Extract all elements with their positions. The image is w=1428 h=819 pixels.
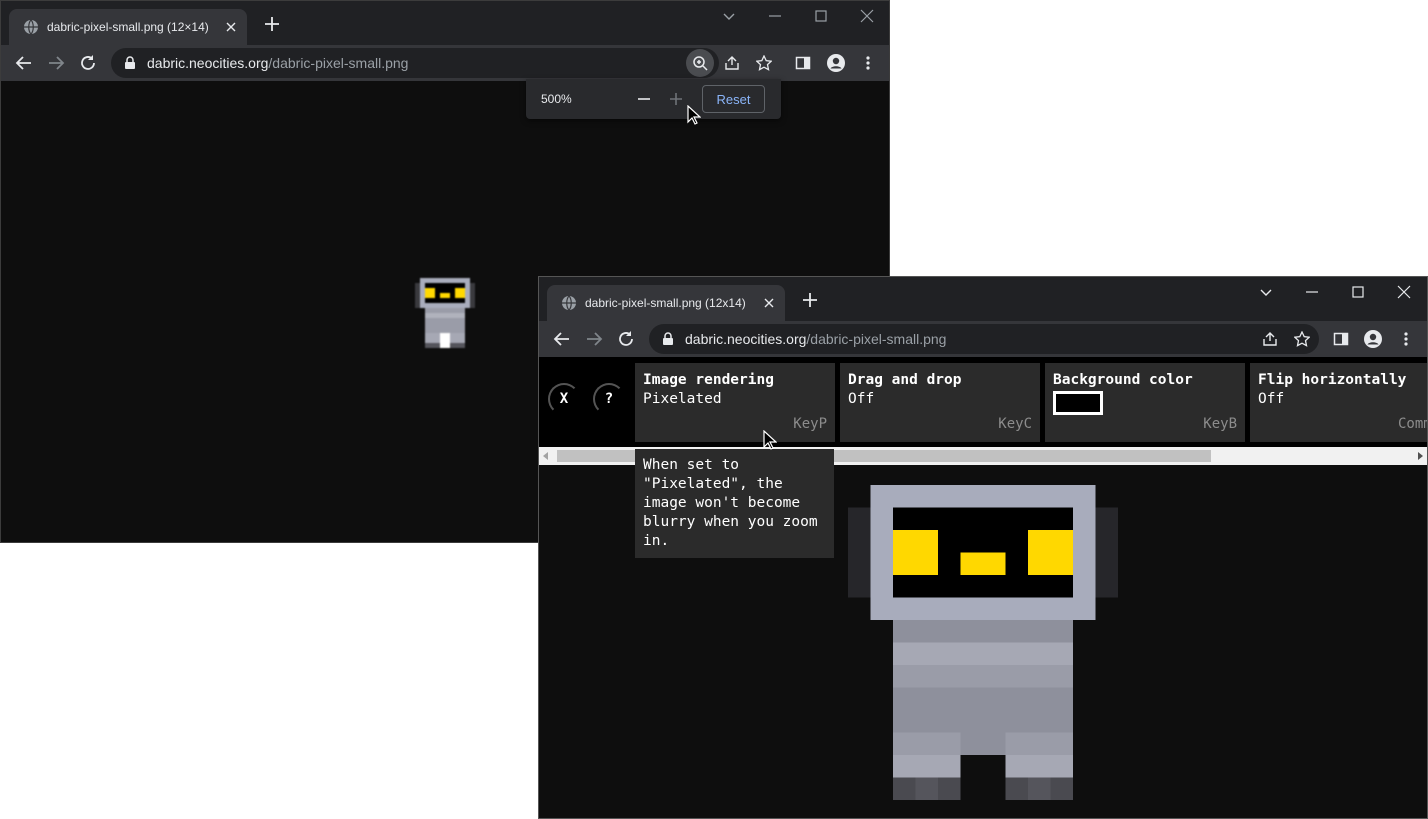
toolbar: dabric.neocities.org/dabric-pixel-small.… xyxy=(539,321,1427,357)
tab-active[interactable]: dabric-pixel-small.png (12x14) xyxy=(547,285,785,321)
browser-window-front: dabric-pixel-small.png (12x14) dabric.ne… xyxy=(538,276,1428,819)
forward-arrow-icon[interactable] xyxy=(46,53,66,73)
globe-icon xyxy=(24,19,38,35)
setting-value: Off xyxy=(1258,391,1285,407)
zoom-icon[interactable] xyxy=(686,49,714,77)
url-path: /dabric-pixel-small.png xyxy=(806,331,947,347)
share-icon[interactable] xyxy=(1260,329,1280,349)
reload-icon[interactable] xyxy=(78,53,98,73)
address-bar[interactable]: dabric.neocities.org/dabric-pixel-small.… xyxy=(111,48,719,78)
new-tab-icon[interactable] xyxy=(801,291,819,309)
setting-card-flip-horizontally[interactable]: Flip horizontally Off Comma xyxy=(1250,363,1427,442)
back-arrow-icon[interactable] xyxy=(14,53,34,73)
tab-close-icon[interactable] xyxy=(221,17,241,37)
tab-strip: dabric-pixel-small.png (12×14) xyxy=(1,1,889,45)
tab-close-icon[interactable] xyxy=(759,293,779,313)
back-arrow-icon[interactable] xyxy=(552,329,572,349)
color-swatch xyxy=(1053,391,1103,415)
globe-icon xyxy=(562,295,576,311)
side-panel-icon[interactable] xyxy=(793,53,813,73)
zoom-popup: 500% Reset xyxy=(526,79,781,119)
help-button[interactable]: ? xyxy=(593,383,625,415)
close-settings-button[interactable]: X xyxy=(548,383,580,415)
side-panel-icon[interactable] xyxy=(1331,329,1351,349)
robot-image-large xyxy=(848,485,1118,800)
tab-title: dabric-pixel-small.png (12×14) xyxy=(47,20,209,34)
minimize-icon[interactable] xyxy=(1303,283,1321,301)
tab-active[interactable]: dabric-pixel-small.png (12×14) xyxy=(9,9,247,45)
forward-arrow-icon[interactable] xyxy=(584,329,604,349)
menu-kebab-icon[interactable] xyxy=(1396,329,1416,349)
setting-card-image-rendering[interactable]: Image rendering Pixelated KeyP xyxy=(635,363,835,442)
tab-title: dabric-pixel-small.png (12x14) xyxy=(585,296,746,310)
close-window-icon[interactable] xyxy=(1395,283,1413,301)
profile-avatar-icon[interactable] xyxy=(1363,329,1383,349)
setting-key: KeyB xyxy=(1203,416,1237,432)
profile-avatar-icon[interactable] xyxy=(826,53,846,73)
url-host: dabric.neocities.org xyxy=(685,331,807,347)
bookmark-star-icon[interactable] xyxy=(1292,329,1312,349)
zoom-in-icon[interactable] xyxy=(668,91,684,107)
setting-key: Comma xyxy=(1398,416,1427,432)
robot-image-small xyxy=(415,278,475,348)
setting-label: Background color xyxy=(1053,372,1193,388)
tab-search-icon[interactable] xyxy=(1257,283,1275,301)
bookmark-star-icon[interactable] xyxy=(754,53,774,73)
settings-bar: X ? Image rendering Pixelated KeyP Drag … xyxy=(539,357,1427,447)
tab-search-icon[interactable] xyxy=(720,7,738,25)
tab-strip: dabric-pixel-small.png (12x14) xyxy=(539,277,1427,321)
zoom-level: 500% xyxy=(541,92,572,106)
lock-icon xyxy=(663,332,673,345)
zoom-reset-button[interactable]: Reset xyxy=(702,85,765,113)
setting-card-drag-and-drop[interactable]: Drag and drop Off KeyC xyxy=(840,363,1040,442)
menu-kebab-icon[interactable] xyxy=(858,53,878,73)
minimize-icon[interactable] xyxy=(766,7,784,25)
address-bar[interactable]: dabric.neocities.org/dabric-pixel-small.… xyxy=(649,324,1319,354)
scroll-right-icon[interactable] xyxy=(1416,452,1424,460)
setting-label: Drag and drop xyxy=(848,372,962,388)
zoom-out-icon[interactable] xyxy=(636,91,652,107)
setting-tooltip: When set to "Pixelated", the image won't… xyxy=(635,449,834,558)
lock-icon xyxy=(125,56,135,69)
setting-card-background-color[interactable]: Background color KeyB xyxy=(1045,363,1245,442)
maximize-icon[interactable] xyxy=(812,7,830,25)
setting-key: KeyP xyxy=(793,416,827,432)
new-tab-icon[interactable] xyxy=(263,15,281,33)
setting-value: Off xyxy=(848,391,875,407)
reload-icon[interactable] xyxy=(616,329,636,349)
setting-label: Flip horizontally xyxy=(1258,372,1407,388)
url-path: /dabric-pixel-small.png xyxy=(268,55,409,71)
scroll-left-icon[interactable] xyxy=(542,452,550,460)
close-window-icon[interactable] xyxy=(858,7,876,25)
setting-value: Pixelated xyxy=(643,391,722,407)
setting-label: Image rendering xyxy=(643,372,774,388)
setting-key: KeyC xyxy=(998,416,1032,432)
maximize-icon[interactable] xyxy=(1349,283,1367,301)
url-host: dabric.neocities.org xyxy=(147,55,269,71)
toolbar: dabric.neocities.org/dabric-pixel-small.… xyxy=(1,45,889,81)
share-icon[interactable] xyxy=(722,53,742,73)
